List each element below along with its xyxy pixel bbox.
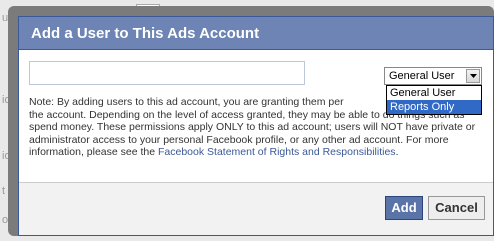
role-option-general-user[interactable]: General User — [387, 86, 481, 100]
note-text-end: . — [395, 146, 399, 158]
dialog-footer: Add Cancel — [19, 182, 493, 235]
background-text-fragment: t — [2, 185, 6, 197]
rights-responsibilities-link[interactable]: Facebook Statement of Rights and Respons… — [158, 146, 396, 158]
chevron-down-icon — [470, 74, 477, 78]
user-email-input[interactable] — [29, 61, 305, 85]
dialog-body: General User General User Reports Only N… — [19, 50, 493, 192]
dialog-title: Add a User to This Ads Account — [19, 17, 493, 50]
add-user-dialog: Add a User to This Ads Account General U… — [18, 16, 494, 236]
cancel-button[interactable]: Cancel — [428, 196, 485, 220]
role-dropdown-list: General User Reports Only — [386, 85, 482, 115]
role-select-value: General User — [389, 70, 455, 82]
add-button[interactable]: Add — [385, 196, 423, 220]
note-text-start: Note: By adding users to this ad account… — [29, 96, 344, 108]
dropdown-arrow-button[interactable] — [466, 69, 480, 83]
dialog-overlay-frame: Add a User to This Ads Account General U… — [8, 6, 494, 236]
role-select[interactable]: General User — [384, 67, 482, 85]
role-option-reports-only[interactable]: Reports Only — [387, 100, 481, 114]
